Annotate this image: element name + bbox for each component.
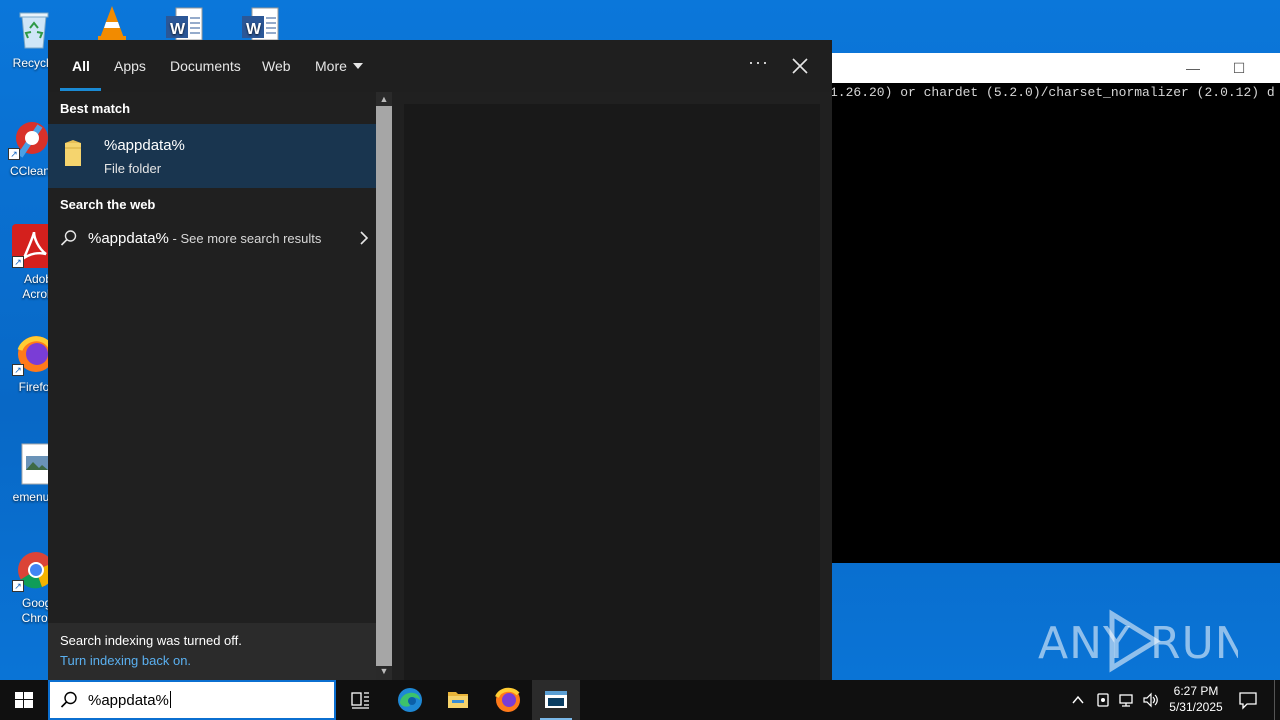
maximize-button[interactable]: ☐ — [1216, 53, 1262, 83]
indexing-notice: Search indexing was turned off. Turn ind… — [48, 623, 376, 680]
task-view-button[interactable] — [336, 680, 384, 720]
turn-indexing-on-link[interactable]: Turn indexing back on. — [60, 653, 191, 668]
active-tab-indicator — [60, 88, 101, 91]
taskbar-terminal[interactable] — [532, 680, 580, 720]
close-icon — [792, 58, 808, 74]
defender-icon[interactable] — [1095, 692, 1111, 708]
terminal-title-bar[interactable]: — ☐ — [832, 53, 1280, 83]
taskbar-file-explorer[interactable] — [434, 680, 482, 720]
clock-time: 6:27 PM — [1173, 684, 1219, 698]
web-search-query: %appdata% — [88, 230, 169, 247]
tab-web[interactable]: Web — [262, 58, 291, 74]
firefox-icon — [495, 687, 520, 712]
show-desktop-button[interactable] — [1274, 680, 1275, 720]
window-app-icon — [545, 691, 567, 708]
minimize-button[interactable]: — — [1170, 53, 1216, 83]
volume-icon[interactable] — [1142, 692, 1160, 708]
indexing-message: Search indexing was turned off. — [60, 633, 242, 648]
windows-logo-icon — [15, 692, 33, 708]
taskbar-search-box[interactable]: %appdata% — [48, 680, 336, 720]
chevron-up-icon[interactable] — [1070, 692, 1086, 708]
shortcut-arrow-icon: ↗ — [12, 580, 24, 592]
svg-text:ANY: ANY — [1038, 618, 1131, 669]
anyrun-watermark: ANY RUN — [1038, 608, 1238, 674]
search-filter-tabs: All Apps Documents Web More ··· — [48, 40, 832, 92]
start-search-panel: All Apps Documents Web More ··· Best mat… — [48, 40, 832, 680]
clock-date: 5/31/2025 — [1169, 700, 1223, 714]
terminal-output: 1.26.20) or chardet (5.2.0)/charset_norm… — [830, 85, 1275, 100]
notification-center-icon[interactable] — [1236, 688, 1260, 712]
task-view-icon — [351, 692, 369, 709]
system-clock[interactable]: 6:27 PM 5/31/2025 — [1160, 683, 1232, 715]
close-button[interactable] — [784, 52, 816, 80]
results-scrollbar[interactable]: ▲ ▼ — [376, 92, 392, 680]
search-icon — [60, 691, 77, 708]
taskbar: %appdata% 6:27 PM 5/31/2025 — [0, 680, 1280, 720]
search-input[interactable]: %appdata% — [88, 691, 171, 709]
chevron-down-icon — [352, 63, 363, 69]
tab-apps[interactable]: Apps — [114, 58, 146, 74]
edge-icon — [398, 688, 422, 712]
shortcut-arrow-icon: ↗ — [12, 364, 24, 376]
scrollbar-thumb[interactable] — [376, 106, 392, 666]
chevron-right-icon[interactable] — [358, 231, 370, 245]
folder-icon — [63, 140, 83, 166]
svg-text:W: W — [246, 21, 262, 38]
best-match-heading: Best match — [60, 101, 131, 116]
options-button[interactable]: ··· — [748, 52, 769, 73]
ccleaner-icon: ↗ — [8, 116, 52, 160]
result-type: File folder — [104, 161, 162, 176]
svg-text:RUN: RUN — [1150, 618, 1238, 669]
result-name: %appdata% — [104, 137, 185, 154]
taskbar-firefox[interactable] — [484, 680, 532, 720]
search-results-list: Best match %appdata% File folder Search … — [48, 92, 376, 623]
scroll-up-arrow-icon[interactable]: ▲ — [379, 94, 389, 104]
preview-pane — [404, 104, 820, 680]
search-web-heading: Search the web — [60, 197, 156, 212]
best-match-result[interactable]: %appdata% File folder — [48, 124, 376, 188]
network-icon[interactable] — [1118, 692, 1136, 708]
shortcut-arrow-icon: ↗ — [8, 148, 20, 160]
web-search-result[interactable]: %appdata% - See more search results — [48, 224, 376, 252]
web-search-text: %appdata% - See more search results — [88, 230, 321, 247]
tab-more-label: More — [315, 58, 347, 74]
tab-all[interactable]: All — [72, 58, 90, 74]
tab-documents[interactable]: Documents — [170, 58, 241, 74]
text-cursor — [169, 691, 171, 708]
web-search-more: - See more search results — [168, 231, 322, 246]
terminal-window[interactable]: — ☐ 1.26.20) or chardet (5.2.0)/charset_… — [830, 53, 1280, 563]
search-input-value: %appdata% — [88, 692, 169, 709]
svg-text:W: W — [170, 21, 186, 38]
shortcut-arrow-icon: ↗ — [12, 256, 24, 268]
taskbar-edge[interactable] — [386, 680, 434, 720]
start-button[interactable] — [0, 680, 48, 720]
scroll-down-arrow-icon[interactable]: ▼ — [379, 666, 389, 676]
tab-more[interactable]: More — [315, 58, 363, 74]
search-icon — [60, 230, 77, 246]
file-explorer-icon — [448, 692, 468, 708]
